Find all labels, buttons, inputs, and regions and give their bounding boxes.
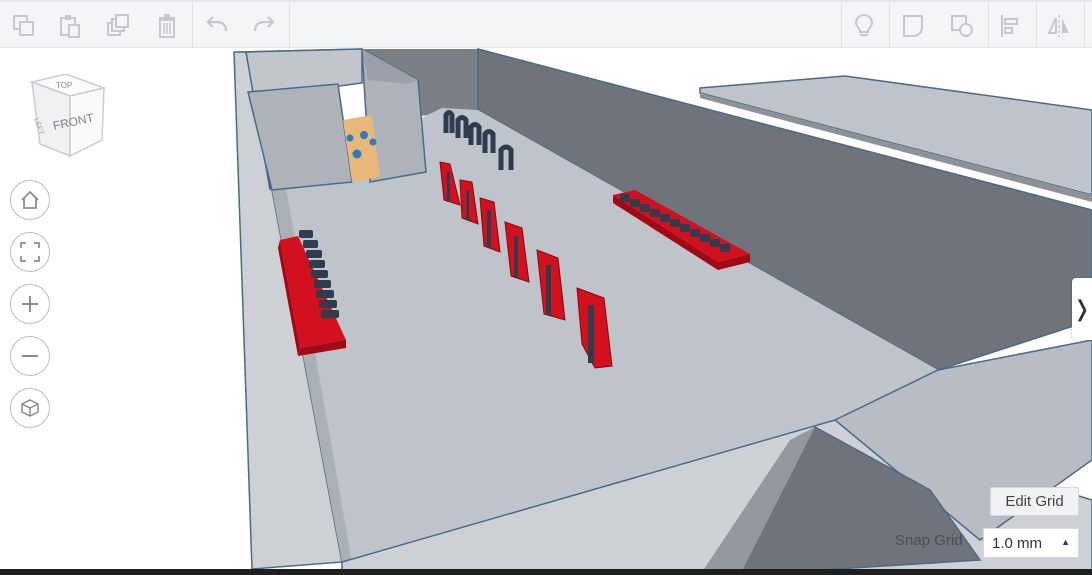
mirror-icon <box>1047 15 1069 37</box>
viewcube-top-label: TOP <box>56 81 72 90</box>
zoom-in-icon <box>22 296 38 312</box>
edit-grid-button[interactable]: Edit Grid <box>990 487 1079 516</box>
undo-icon <box>206 16 228 32</box>
snap-grid-select[interactable]: 1.0 mm ▲ <box>983 528 1079 558</box>
workplane-viewport[interactable]: TOP FRONT LEFT <box>0 48 1092 569</box>
fit-view-button[interactable] <box>10 232 50 272</box>
align-button[interactable] <box>993 8 1029 44</box>
ruler-button[interactable] <box>944 8 980 44</box>
notes-toggle-button[interactable] <box>846 8 882 44</box>
snap-grid-value: 1.0 mm <box>992 534 1043 552</box>
window-bottom-edge <box>0 569 1092 575</box>
paste-button[interactable] <box>52 8 88 44</box>
workplane-scene[interactable] <box>0 48 1092 569</box>
delete-button[interactable] <box>149 8 185 44</box>
ortho-view-button[interactable] <box>10 388 50 428</box>
copy-button[interactable] <box>6 8 42 44</box>
home-view-icon <box>21 190 39 209</box>
note-icon <box>903 15 923 37</box>
mirror-button[interactable] <box>1041 8 1077 44</box>
caret-up-icon: ▲ <box>1061 537 1070 547</box>
align-icon <box>1001 15 1018 37</box>
ortho-view-icon <box>21 399 39 417</box>
fit-view-icon <box>20 242 40 262</box>
delete-icon <box>159 14 175 38</box>
paste-icon <box>60 15 80 38</box>
zoom-out-button[interactable] <box>10 336 50 376</box>
redo-button[interactable] <box>246 8 282 44</box>
side-panel-toggle[interactable]: ❭ <box>1072 278 1092 340</box>
snap-grid-label: Snap Grid <box>895 532 963 549</box>
chevron-right-icon: ❭ <box>1072 296 1092 322</box>
duplicate-icon <box>107 14 129 36</box>
view-cube[interactable]: TOP FRONT LEFT <box>22 74 110 164</box>
zoom-in-button[interactable] <box>10 284 50 324</box>
redo-icon <box>253 16 275 32</box>
duplicate-button[interactable] <box>101 8 137 44</box>
zoom-out-icon <box>22 355 38 357</box>
ruler-icon <box>951 15 973 37</box>
undo-button[interactable] <box>199 8 235 44</box>
toolbar <box>0 0 1092 48</box>
door-knob <box>346 134 354 142</box>
copy-icon <box>13 15 34 36</box>
home-view-button[interactable] <box>10 180 50 220</box>
lightbulb-icon <box>854 13 874 36</box>
note-button[interactable] <box>896 8 932 44</box>
